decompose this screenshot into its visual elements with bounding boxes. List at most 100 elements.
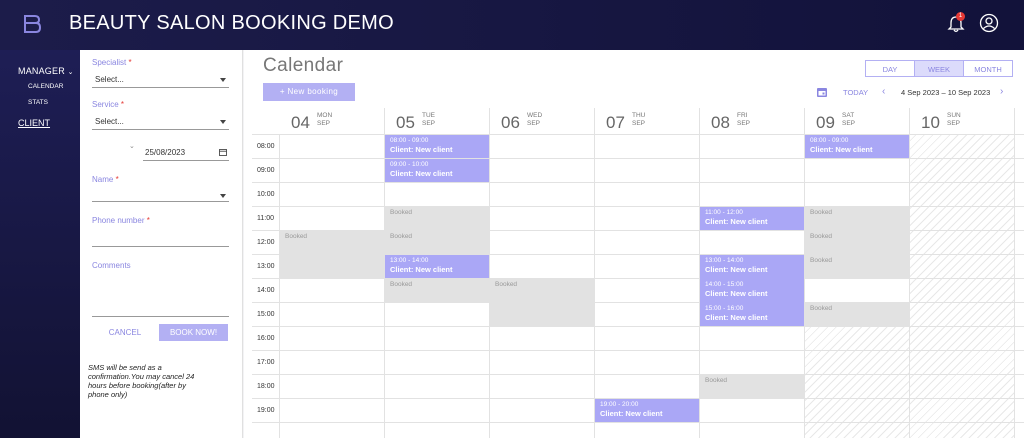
- chevron-down-icon: ⌄: [129, 143, 135, 150]
- view-month-button[interactable]: MONTH: [963, 60, 1013, 77]
- booked-slot: Booked: [805, 231, 909, 254]
- sidebar: [0, 50, 80, 438]
- time-label: 11:00: [257, 215, 274, 222]
- date-range: 4 Sep 2023 – 10 Sep 2023: [901, 88, 991, 97]
- appointment[interactable]: 19:00 - 20:00 Client: New client: [595, 399, 699, 422]
- day-number: 08: [711, 113, 730, 132]
- time-label: 13:00: [257, 263, 275, 270]
- time-label: 12:00: [257, 239, 275, 246]
- time-label: 18:00: [257, 383, 275, 390]
- appointment-time: 08:00 - 09:00: [810, 137, 849, 144]
- view-day-button[interactable]: DAY: [865, 60, 915, 77]
- appointment[interactable]: 13:00 - 14:00 Client: New client: [700, 255, 804, 279]
- appointment-client: Client: New client: [705, 289, 768, 298]
- appointment-time: 11:00 - 12:00: [705, 209, 743, 216]
- day-number: 06: [501, 113, 520, 132]
- day-label: WED SEP: [527, 112, 543, 127]
- day-number: 07: [606, 113, 625, 132]
- service-select[interactable]: Select...: [95, 117, 124, 126]
- phone-field[interactable]: [92, 246, 229, 247]
- time-label: 17:00: [257, 359, 275, 366]
- booked-slot: Booked: [805, 303, 909, 326]
- booked-slot: Booked: [490, 279, 594, 326]
- day-number: 05: [396, 113, 415, 132]
- date-input[interactable]: 25/08/2023: [145, 148, 185, 157]
- day-label: THU SEP: [632, 112, 646, 127]
- phone-label: Phone number *: [92, 216, 150, 225]
- booked-slot: Booked: [385, 279, 489, 302]
- chevron-down-icon: [220, 78, 226, 82]
- appointment-time: 08:00 - 09:00: [390, 137, 429, 144]
- day-header: 04 MON SEP: [279, 108, 384, 134]
- specialist-select[interactable]: Select...: [95, 75, 124, 84]
- name-field[interactable]: [92, 201, 229, 202]
- day-number: 04: [291, 113, 310, 132]
- day-label: TUE SEP: [422, 112, 436, 127]
- appointment[interactable]: 08:00 - 09:00 Client: New client: [805, 135, 909, 158]
- booked-slot: Booked: [385, 207, 489, 230]
- appointment-time: 14:00 - 15:00: [705, 281, 744, 288]
- appointment-client: Client: New client: [705, 313, 768, 322]
- date-underline: [143, 160, 229, 161]
- page-title: Calendar: [263, 55, 344, 76]
- sidebar-item-manager[interactable]: MANAGER ⌄: [18, 66, 74, 76]
- service-underline: [92, 129, 229, 130]
- sidebar-item-stats[interactable]: STATS: [28, 99, 48, 106]
- appointment-time: 09:00 - 10:00: [390, 161, 429, 168]
- calendar-icon[interactable]: [816, 86, 828, 98]
- day-header: 08 FRI SEP: [699, 108, 804, 134]
- app-title: BEAUTY SALON BOOKING DEMO: [69, 12, 394, 34]
- calendar-icon[interactable]: [219, 148, 227, 156]
- appointment[interactable]: 09:00 - 10:00 Client: New client: [385, 159, 489, 182]
- grid-line: [909, 108, 910, 438]
- appointment-client: Client: New client: [390, 169, 453, 178]
- name-label: Name *: [92, 175, 119, 184]
- booked-slot: Booked: [700, 375, 804, 398]
- day-number: 09: [816, 113, 835, 132]
- chevron-down-icon: [220, 194, 226, 198]
- appointment-client: Client: New client: [390, 145, 453, 154]
- appointment[interactable]: 15:00 - 16:00 Client: New client: [700, 303, 804, 326]
- today-button[interactable]: TODAY: [843, 88, 868, 97]
- appointment-time: 13:00 - 14:00: [705, 257, 744, 264]
- day-label: MON SEP: [317, 112, 333, 127]
- sidebar-item-client[interactable]: CLIENT: [18, 118, 50, 128]
- day-header: 06 WED SEP: [489, 108, 594, 134]
- time-label: 15:00: [257, 311, 275, 318]
- new-booking-button[interactable]: + New booking: [263, 83, 355, 101]
- specialist-label: Specialist *: [92, 58, 132, 67]
- grid-line: [279, 134, 280, 438]
- appointment-client: Client: New client: [600, 409, 663, 418]
- chevron-right-icon[interactable]: ›: [1000, 86, 1003, 97]
- user-icon[interactable]: [979, 13, 999, 33]
- service-label: Service *: [92, 100, 125, 109]
- chevron-down-icon: ⌄: [67, 69, 74, 76]
- booked-slot: Booked: [805, 255, 909, 278]
- day-header: 05 TUE SEP: [384, 108, 489, 134]
- chevron-left-icon[interactable]: ‹: [882, 86, 885, 97]
- appointment[interactable]: 08:00 - 09:00 Client: New client: [385, 135, 489, 158]
- booked-slot: Booked: [385, 231, 489, 254]
- book-now-button[interactable]: BOOK NOW!: [159, 324, 228, 341]
- cancel-button[interactable]: CANCEL: [100, 324, 150, 341]
- notification-badge: 1: [956, 12, 965, 21]
- view-week-button[interactable]: WEEK: [914, 60, 964, 77]
- comments-field[interactable]: [92, 316, 229, 317]
- sidebar-item-label: MANAGER: [18, 66, 65, 76]
- comments-label: Comments: [92, 261, 131, 270]
- booked-slot: Booked: [280, 231, 384, 278]
- appointment[interactable]: 13:00 - 14:00 Client: New client: [385, 255, 489, 278]
- chevron-down-icon: [220, 120, 226, 124]
- top-bar: BEAUTY SALON BOOKING DEMO 1: [0, 0, 1024, 50]
- appointment-client: Client: New client: [810, 145, 873, 154]
- time-label: 16:00: [257, 335, 275, 342]
- appointment-client: Client: New client: [705, 265, 768, 274]
- closed-day-area: [909, 134, 1014, 438]
- grid-line: [1014, 108, 1015, 438]
- day-label: SUN SEP: [947, 112, 961, 127]
- sidebar-item-calendar[interactable]: CALENDAR: [28, 83, 63, 90]
- appointment[interactable]: 11:00 - 12:00 Client: New client: [700, 207, 804, 230]
- specialist-underline: [92, 87, 229, 88]
- time-label: 09:00: [257, 167, 275, 174]
- appointment[interactable]: 14:00 - 15:00 Client: New client: [700, 279, 804, 303]
